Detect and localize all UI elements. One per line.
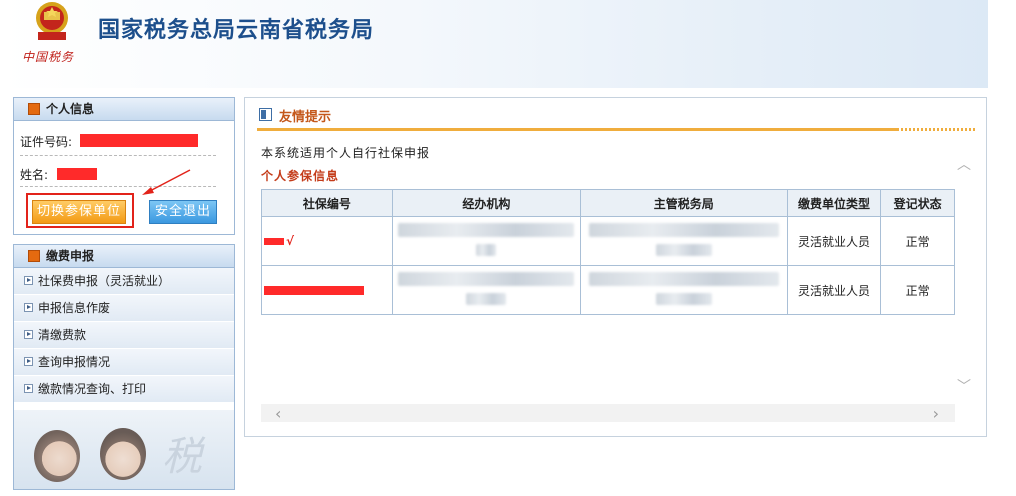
col-header-status: 登记状态 [880,189,955,217]
table-header-row: 社保编号 经办机构 主管税务局 缴费单位类型 登记状态 [261,189,955,217]
id-number-label: 证件号码: [20,135,73,149]
menu-item-label: 缴款情况查询、打印 [38,382,147,396]
divider [20,155,216,156]
tips-title: 友情提示 [279,110,332,125]
payment-menu-header: 缴费申报 [14,245,234,268]
menu-item-query-declaration[interactable]: 查询申报情况 [14,349,234,376]
logout-button[interactable]: 安全退出 [149,200,217,224]
id-number-redacted [80,134,198,147]
name-redacted [57,168,97,180]
insurance-no-cell [261,265,393,315]
switch-unit-button[interactable]: 切换参保单位 [32,200,126,224]
brand-logo-text: 中国税务 [22,50,75,64]
tax-bureau-cell-redacted [579,216,788,266]
insurance-no-redacted [264,238,284,245]
panel-marker-icon [28,102,40,115]
menu-item-void-declaration[interactable]: 申报信息作废 [14,295,234,322]
page-title: 国家税务总局云南省税务局 [98,17,375,42]
col-header-unit-type: 缴费单位类型 [786,189,882,217]
col-header-insurance-no: 社保编号 [261,189,393,217]
menu-bullet-icon [24,357,33,366]
window-icon [259,108,272,121]
decorative-banner: 税 [14,410,234,489]
agency-cell-redacted [391,265,581,315]
national-emblem-icon [36,2,68,40]
scroll-left-icon[interactable]: ‹ [275,404,281,423]
menu-bullet-icon [24,330,33,339]
table-row[interactable]: √ 灵活就业人员 正常 [261,216,955,266]
menu-item-social-insurance-declare[interactable]: 社保费申报（灵活就业） [14,268,234,295]
unit-type-cell: 灵活就业人员 [786,216,882,266]
panel-marker-icon [28,249,40,262]
status-cell: 正常 [880,216,955,266]
decorative-calligraphy: 税 [162,434,202,480]
payment-menu-title: 缴费申报 [46,249,95,263]
header-edge [988,0,1016,88]
menu-item-label: 查询申报情况 [38,355,111,369]
menu-bullet-icon [24,384,33,393]
tax-bureau-cell-redacted [579,265,788,315]
page-header: 中国税务 国家税务总局云南省税务局 [0,0,1016,88]
menu-item-payment-query-print[interactable]: 缴款情况查询、打印 [14,376,234,403]
main-content-panel: 友情提示 本系统适用个人自行社保申报 个人参保信息 社保编号 经办机构 主管税务… [244,97,987,437]
annotation-arrow-icon [142,169,191,195]
scroll-down-icon[interactable]: ﹀ [957,376,971,396]
insurance-info-table: 社保编号 经办机构 主管税务局 缴费单位类型 登记状态 √ 灵活就业人员 正常 [261,189,955,315]
menu-item-settle-payment[interactable]: 清缴费款 [14,322,234,349]
selected-check-icon: √ [286,234,295,248]
agency-cell-redacted [391,216,581,266]
tips-header: 友情提示 [257,104,977,131]
status-cell: 正常 [880,265,955,315]
menu-item-label: 申报信息作废 [38,301,111,315]
personal-info-header: 个人信息 [14,98,234,121]
name-label: 姓名: [20,168,49,182]
insurance-no-redacted [264,286,364,295]
menu-item-label: 社保费申报（灵活就业） [38,274,171,288]
insurance-info-title: 个人参保信息 [261,169,340,183]
table-row[interactable]: 灵活就业人员 正常 [261,265,955,315]
col-header-tax-bureau: 主管税务局 [579,189,788,217]
col-header-agency: 经办机构 [391,189,581,217]
horizontal-scrollbar[interactable]: ‹ › [261,404,955,423]
header-decoration [897,128,977,131]
scroll-up-icon[interactable]: ︿ [957,154,971,174]
personal-info-title: 个人信息 [46,102,95,116]
decorative-photo [100,428,146,480]
menu-item-label: 清缴费款 [38,328,87,342]
unit-type-cell: 灵活就业人员 [786,265,882,315]
scroll-right-icon[interactable]: › [933,404,939,423]
payment-menu-panel: 缴费申报 社保费申报（灵活就业） 申报信息作废 清缴费款 查询申报情况 缴款情况… [13,244,235,490]
menu-bullet-icon [24,303,33,312]
menu-bullet-icon [24,276,33,285]
system-notice: 本系统适用个人自行社保申报 [261,146,431,160]
decorative-photo [34,430,80,482]
insurance-no-cell: √ [261,216,393,266]
